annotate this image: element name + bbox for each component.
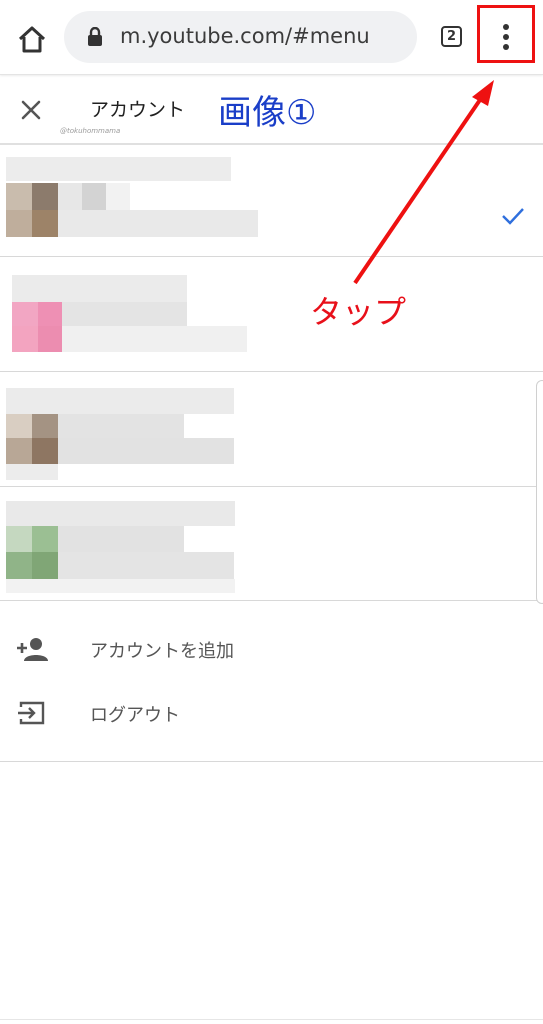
- person-add-icon: [17, 638, 48, 661]
- account-header: アカウント @tokuhommama 画像①: [0, 75, 543, 145]
- address-bar[interactable]: m.youtube.com/#menu: [64, 11, 417, 63]
- add-account-label: アカウントを追加: [90, 641, 234, 662]
- divider: [0, 1019, 543, 1020]
- home-icon[interactable]: [14, 22, 50, 58]
- account-row[interactable]: [0, 257, 543, 372]
- logout-icon: [18, 701, 45, 725]
- url-text: m.youtube.com/#menu: [120, 24, 370, 48]
- account-row[interactable]: [0, 372, 543, 487]
- watermark: @tokuhommama: [60, 127, 121, 135]
- tap-annotation: タップ: [310, 293, 407, 331]
- scrollbar[interactable]: [536, 380, 543, 604]
- logout-label: ログアウト: [90, 705, 180, 726]
- browser-toolbar: m.youtube.com/#menu 2: [0, 0, 543, 75]
- tab-switcher-button[interactable]: 2: [441, 26, 462, 47]
- check-icon: [502, 208, 524, 225]
- add-account-button[interactable]: アカウントを追加: [0, 621, 543, 677]
- lock-icon: [88, 27, 102, 46]
- image-label-annotation: 画像①: [218, 93, 317, 133]
- page-title: アカウント: [90, 99, 186, 121]
- account-row[interactable]: [0, 145, 543, 257]
- logout-button[interactable]: ログアウト: [0, 685, 543, 741]
- account-row[interactable]: [0, 487, 543, 601]
- menu-highlight-box: [477, 5, 535, 63]
- close-icon[interactable]: [16, 95, 46, 125]
- account-actions: アカウントを追加 ログアウト: [0, 601, 543, 762]
